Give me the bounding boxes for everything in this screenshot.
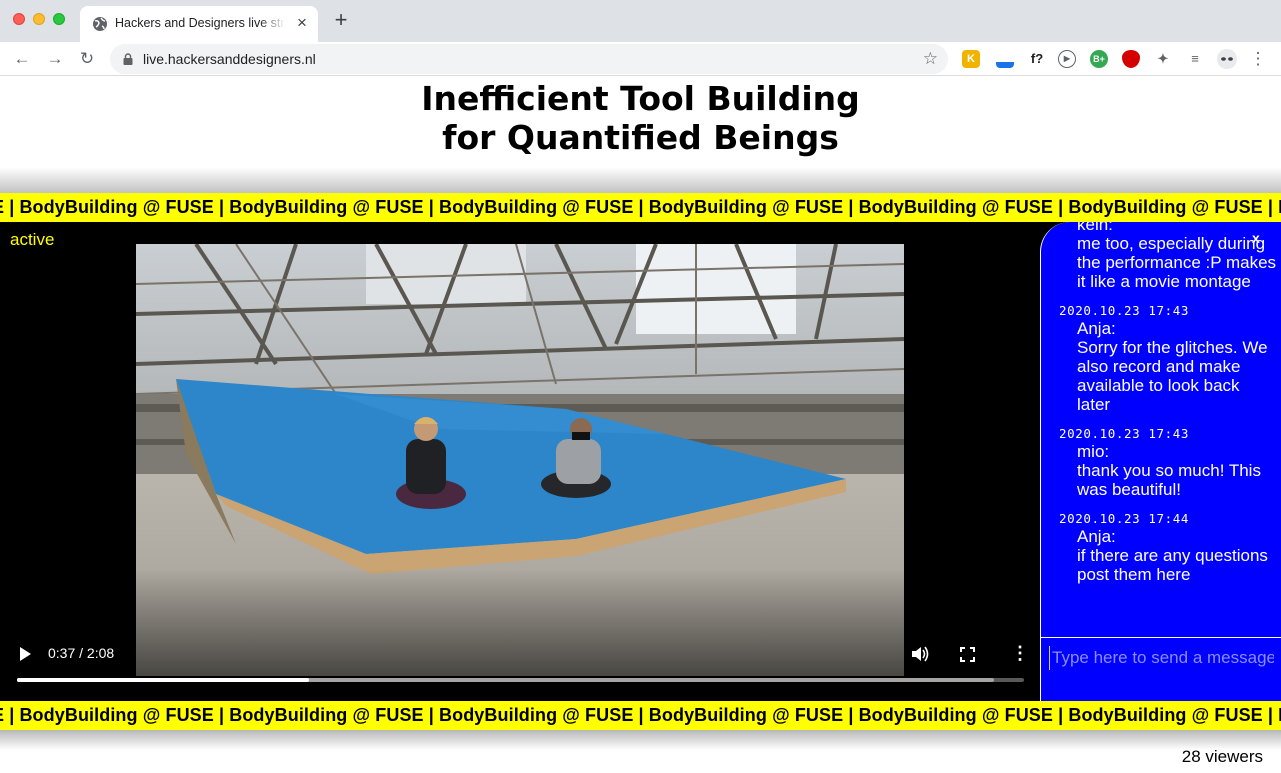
chat-message-timestamp: 2020.10.23 17:43	[1059, 426, 1190, 441]
video-progress-bar[interactable]	[17, 678, 1024, 682]
new-tab-button[interactable]: +	[331, 9, 351, 31]
video-progress-fill	[17, 678, 309, 682]
bplus-extension-icon[interactable]: B+	[1090, 50, 1108, 68]
extension-label: f?	[1030, 51, 1044, 66]
chat-message-user: Anja:	[1077, 527, 1116, 546]
globe-icon	[93, 17, 107, 31]
chat-message-timestamp: 2020.10.23 17:44	[1059, 511, 1190, 526]
status-label: active	[10, 230, 55, 249]
chat-panel: kein: me too, especially during the perfo…	[1040, 222, 1281, 701]
shield-extension-icon[interactable]	[1122, 50, 1140, 68]
reload-button[interactable]: ↻	[77, 49, 97, 69]
url-text: live.hackersanddesigners.nl	[143, 51, 316, 67]
page-title: Inefficient Tool Building for Quantified…	[0, 79, 1281, 157]
puzzle-extension-icon[interactable]: ✦	[1154, 50, 1172, 68]
close-window-button[interactable]	[13, 13, 25, 25]
marquee-text: E | BodyBuilding @ FUSE | BodyBuilding @…	[0, 197, 1281, 217]
chat-message: kein: me too, especially during the perfo…	[1041, 222, 1281, 291]
chat-message: 2020.10.23 17:43 Anja: Sorry for the glitc…	[1041, 303, 1281, 414]
browser-titlebar: Hackers and Designers live stream × +	[0, 0, 1281, 42]
chat-message-timestamp: 2020.10.23 17:43	[1059, 303, 1190, 318]
chat-input-area	[1041, 637, 1281, 701]
chat-message: 2020.10.23 17:44 Anja: if there are any qu…	[1041, 511, 1281, 584]
chat-message-text: me too, especially during the performanc…	[1077, 234, 1277, 291]
page-title-line2: for Quantified Beings	[442, 118, 839, 157]
forward-button[interactable]: →	[45, 49, 65, 69]
page-title-line1: Inefficient Tool Building	[421, 79, 860, 118]
back-button[interactable]: ←	[12, 49, 32, 69]
chat-message: 2020.10.23 17:43 mio: thank you so much! T…	[1041, 426, 1281, 499]
browser-menu-icon[interactable]: ⋮	[1248, 49, 1268, 69]
chat-message-input[interactable]	[1049, 646, 1274, 670]
chat-message-user: kein:	[1077, 222, 1113, 234]
media-queue-icon[interactable]: ≡	[1186, 50, 1204, 68]
bookmark-star-icon[interactable]: ☆	[923, 49, 938, 69]
video-more-icon[interactable]: ⋮	[1011, 643, 1029, 664]
marquee-text: E | BodyBuilding @ FUSE | BodyBuilding @…	[0, 705, 1281, 725]
extension-label: B+	[1093, 54, 1105, 64]
fontface-extension-icon[interactable]: f?	[1028, 50, 1046, 68]
fullscreen-icon[interactable]	[960, 647, 975, 662]
chat-message-text: thank you so much! This was beautiful!	[1077, 461, 1261, 499]
play-icon[interactable]	[18, 646, 32, 662]
browser-tab[interactable]: Hackers and Designers live stream ×	[80, 6, 318, 42]
play-extension-icon[interactable]: ▶	[1058, 50, 1076, 68]
k-extension-icon[interactable]: K	[962, 50, 980, 68]
minimize-window-button[interactable]	[33, 13, 45, 25]
marquee-bottom: E | BodyBuilding @ FUSE | BodyBuilding @…	[0, 701, 1281, 730]
chat-message-user: mio:	[1077, 442, 1110, 461]
tab-close-icon[interactable]: ×	[293, 14, 311, 32]
chat-message-list[interactable]: kein: me too, especially during the perfo…	[1041, 222, 1281, 636]
lock-icon	[123, 53, 133, 65]
extension-label: ▶	[1063, 54, 1071, 63]
chat-message-text: Sorry for the glitches. We also record a…	[1077, 338, 1268, 414]
extension-label: K	[967, 53, 975, 65]
marquee-top: E | BodyBuilding @ FUSE | BodyBuilding @…	[0, 193, 1281, 222]
viewer-count: 28 viewers	[1181, 747, 1263, 766]
maximize-window-button[interactable]	[53, 13, 65, 25]
page-body: Inefficient Tool Building for Quantified…	[0, 77, 1281, 773]
address-bar[interactable]: live.hackersanddesigners.nl ☆	[110, 44, 948, 74]
video-frame	[136, 244, 904, 676]
chat-close-icon[interactable]: x	[1252, 230, 1260, 246]
pen-extension-icon[interactable]	[996, 50, 1014, 68]
volume-icon[interactable]	[911, 645, 929, 663]
video-player[interactable]	[136, 244, 904, 676]
chat-message-text: if there are any questions post them her…	[1077, 546, 1268, 584]
profile-avatar[interactable]	[1216, 48, 1238, 70]
browser-toolbar: ← → ↻ live.hackersanddesigners.nl ☆ Kf? ▶…	[0, 42, 1281, 76]
tab-title: Hackers and Designers live stream	[115, 16, 285, 30]
bottom-shadow	[0, 730, 1281, 750]
chat-message-user: Anja:	[1077, 319, 1116, 338]
video-time: 0:37 / 2:08	[48, 645, 115, 661]
